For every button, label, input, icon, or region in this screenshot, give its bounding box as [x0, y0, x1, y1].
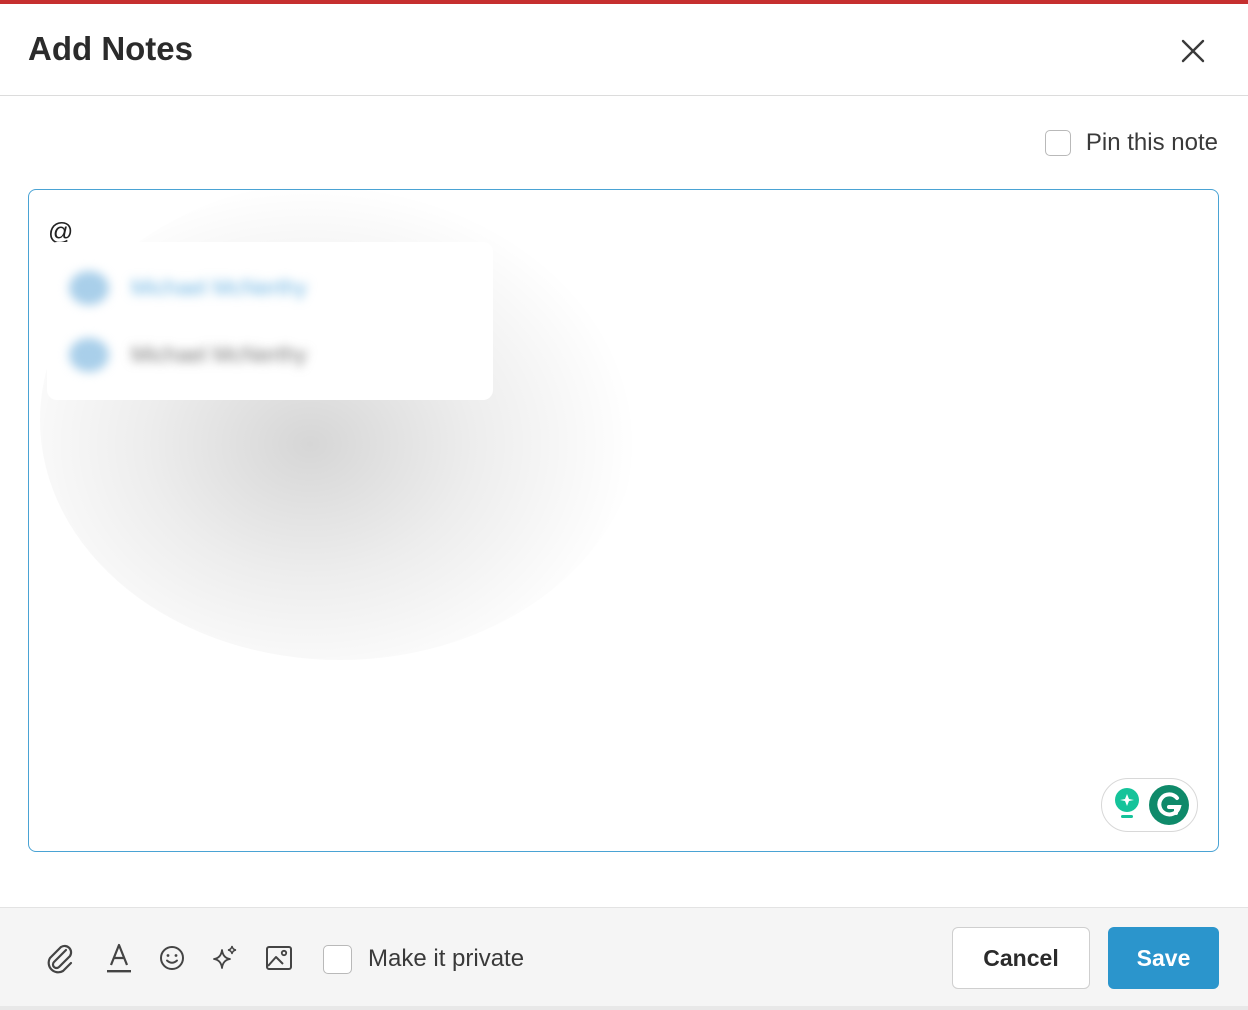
pin-note-checkbox[interactable] [1044, 130, 1071, 156]
mention-suggestion-name: Michael McNerthy [131, 275, 308, 300]
dialog-header: Add Notes [0, 4, 1248, 96]
save-button[interactable]: Save [1108, 927, 1219, 989]
make-private-label: Make it private [368, 945, 525, 972]
footer-divider [0, 1006, 1248, 1010]
insert-image-button[interactable] [262, 938, 296, 978]
image-icon [266, 946, 292, 970]
close-icon [1181, 39, 1205, 63]
grammarly-widget[interactable] [1101, 778, 1198, 832]
text-format-icon [107, 943, 131, 973]
make-private-option[interactable]: Make it private [323, 944, 524, 974]
cancel-button[interactable]: Cancel [952, 927, 1090, 989]
dialog-footer: Make it private Cancel Save [0, 907, 1248, 1007]
grammarly-logo-icon [1149, 785, 1189, 825]
mention-suggestion-popup: Michael McNerthy Michael McNerthy [47, 242, 493, 400]
make-private-checkbox[interactable] [323, 944, 352, 974]
avatar [69, 338, 109, 372]
mention-suggestion-item[interactable]: Michael McNerthy [69, 268, 307, 308]
emoji-button[interactable] [155, 938, 189, 978]
pin-note-label: Pin this note [1085, 129, 1218, 156]
ai-assist-button[interactable] [208, 938, 242, 978]
mention-suggestion-name: Michael McNerthy [131, 342, 308, 367]
close-button[interactable] [1172, 30, 1214, 72]
dialog-title: Add Notes [28, 30, 193, 67]
text-format-button[interactable] [102, 938, 136, 978]
attach-file-button[interactable] [43, 938, 77, 978]
avatar [69, 271, 109, 305]
pin-note-option[interactable]: Pin this note [1044, 128, 1218, 158]
sparkle-icon [213, 945, 237, 969]
paperclip-icon [47, 944, 73, 974]
mention-suggestion-item[interactable]: Michael McNerthy [69, 335, 307, 375]
lightbulb-icon [1115, 788, 1139, 818]
emoji-icon [160, 946, 184, 970]
